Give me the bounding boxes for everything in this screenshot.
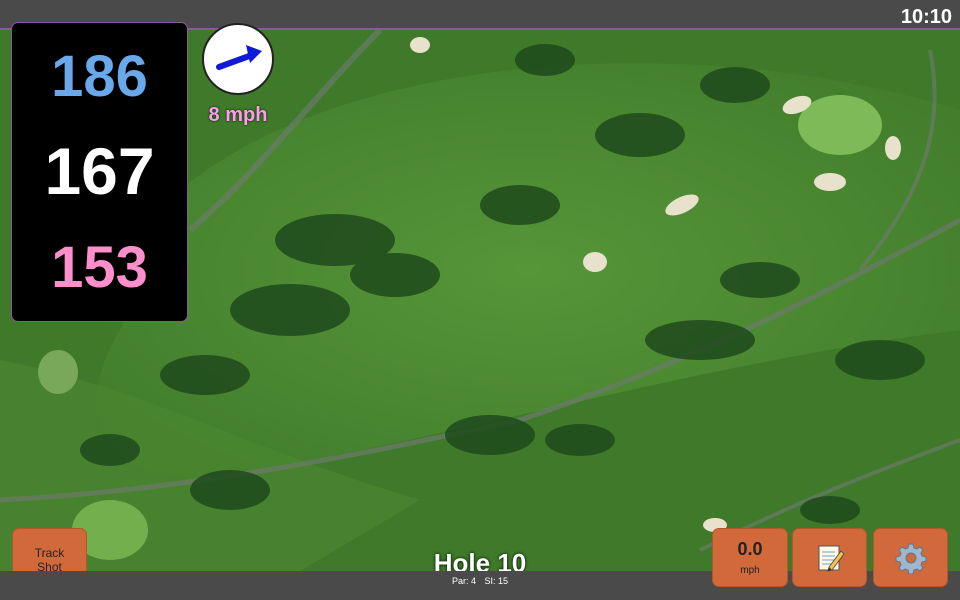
hole-par: Par: 4 (451, 576, 476, 586)
gear-icon (895, 543, 926, 574)
hole-meta: Par: 4 SI: 15 (400, 576, 560, 586)
speed-button[interactable]: 0.0 mph (712, 528, 788, 587)
distance-front: 153 (51, 235, 148, 300)
speed-value: 0.0 (737, 539, 763, 559)
hole-stroke-index: SI: 15 (484, 576, 509, 586)
distance-back: 186 (51, 44, 148, 109)
distance-panel: 186 167 153 (11, 22, 188, 322)
wind-arrow-icon (216, 45, 262, 70)
wind-speed: 8 mph (208, 104, 268, 126)
notes-button[interactable] (792, 528, 867, 587)
notepad-icon (818, 545, 845, 572)
wind-dial (202, 23, 274, 95)
settings-button[interactable] (873, 528, 948, 587)
speed-unit: mph (740, 565, 760, 576)
distance-middle: 167 (44, 134, 155, 208)
track-shot-label-line1: Track (34, 546, 65, 560)
clock: 10:10 (900, 6, 952, 28)
